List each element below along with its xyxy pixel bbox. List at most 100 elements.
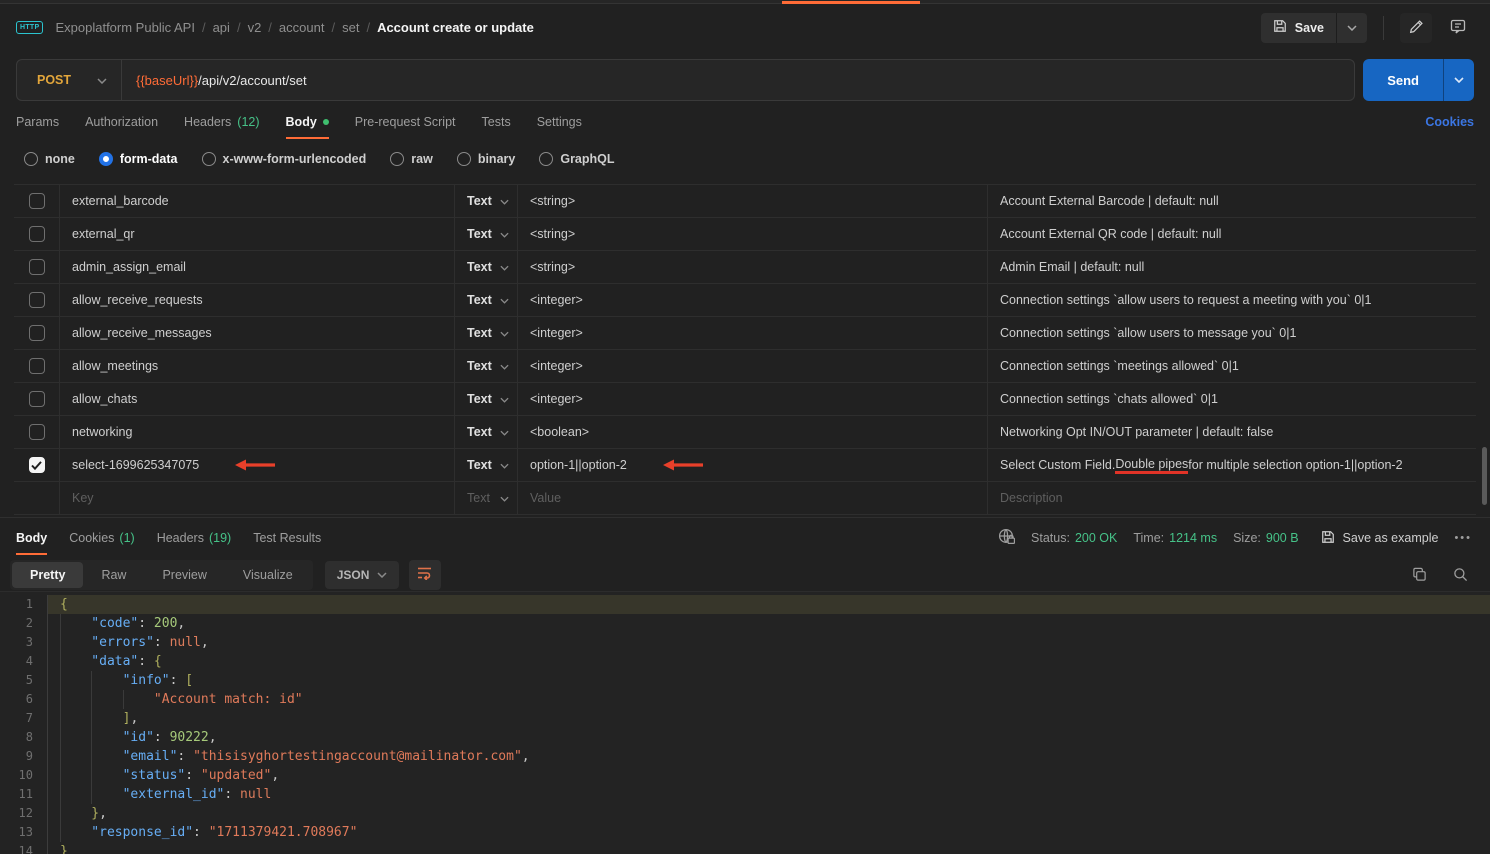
type-label: Text <box>467 293 492 307</box>
key-field[interactable]: Key <box>60 482 455 514</box>
chevron-down-icon <box>500 392 509 406</box>
value-field[interactable]: <string> <box>518 218 988 250</box>
description-field[interactable]: Account External Barcode | default: null <box>988 185 1476 217</box>
value-field[interactable]: <boolean> <box>518 416 988 448</box>
token: [ <box>185 673 193 688</box>
breadcrumb-item[interactable]: set <box>342 20 359 35</box>
description-field[interactable]: Description <box>988 482 1476 514</box>
body-mode-x-www-form-urlencoded[interactable]: x-www-form-urlencoded <box>202 152 367 166</box>
checkbox-unchecked[interactable] <box>29 424 45 440</box>
type-select[interactable]: Text <box>455 251 518 283</box>
copy-button[interactable] <box>1412 567 1427 582</box>
save-options-chevron[interactable] <box>1336 13 1367 43</box>
body-mode-binary[interactable]: binary <box>457 152 516 166</box>
description-field[interactable]: Admin Email | default: null <box>988 251 1476 283</box>
type-select[interactable]: Text <box>455 317 518 349</box>
view-raw[interactable]: Raw <box>83 562 144 588</box>
language-select[interactable]: JSON <box>325 561 400 589</box>
type-select[interactable]: Text <box>455 449 518 481</box>
more-actions-button[interactable]: ••• <box>1454 532 1472 544</box>
type-select[interactable]: Text <box>455 416 518 448</box>
save-as-example-button[interactable]: Save as example <box>1321 530 1439 547</box>
key-field[interactable]: allow_meetings <box>60 350 455 382</box>
tab-headers[interactable]: Headers(12) <box>184 111 259 133</box>
breadcrumb-item[interactable]: v2 <box>248 20 262 35</box>
description-field[interactable]: Networking Opt IN/OUT parameter | defaul… <box>988 416 1476 448</box>
key-field[interactable]: allow_receive_messages <box>60 317 455 349</box>
cookies-link[interactable]: Cookies <box>1425 115 1474 129</box>
key-field[interactable]: networking <box>60 416 455 448</box>
value-field[interactable]: <string> <box>518 185 988 217</box>
key-field[interactable]: admin_assign_email <box>60 251 455 283</box>
description-field[interactable]: Connection settings `meetings allowed` 0… <box>988 350 1476 382</box>
response-tab-cookies[interactable]: Cookies(1) <box>69 527 134 549</box>
checkbox-unchecked[interactable] <box>29 226 45 242</box>
line-content: "data": { <box>48 652 1490 671</box>
view-preview[interactable]: Preview <box>144 562 224 588</box>
type-select[interactable]: Text <box>455 482 518 514</box>
tab-pre-request-script[interactable]: Pre-request Script <box>355 111 456 133</box>
response-tab-headers[interactable]: Headers(19) <box>157 527 231 549</box>
checkbox-unchecked[interactable] <box>29 358 45 374</box>
method-select[interactable]: POST <box>17 73 121 87</box>
response-tab-test-results[interactable]: Test Results <box>253 527 321 549</box>
response-tab-body[interactable]: Body <box>16 527 47 549</box>
save-button[interactable]: Save <box>1261 13 1336 43</box>
status-value: 200 OK <box>1075 531 1117 545</box>
value-field[interactable]: <string> <box>518 251 988 283</box>
search-button[interactable] <box>1453 567 1468 582</box>
type-select[interactable]: Text <box>455 185 518 217</box>
value-field[interactable]: Value <box>518 482 988 514</box>
checkbox-unchecked[interactable] <box>29 325 45 341</box>
type-select[interactable]: Text <box>455 383 518 415</box>
breadcrumb-item[interactable]: account <box>279 20 325 35</box>
type-select[interactable]: Text <box>455 284 518 316</box>
value-field[interactable]: <integer> <box>518 383 988 415</box>
view-pretty[interactable]: Pretty <box>12 562 83 588</box>
breadcrumb-item[interactable]: api <box>213 20 230 35</box>
tab-params[interactable]: Params <box>16 111 59 133</box>
value-field[interactable]: <integer> <box>518 350 988 382</box>
key-field[interactable]: external_qr <box>60 218 455 250</box>
description-field[interactable]: Connection settings `allow users to mess… <box>988 317 1476 349</box>
key-field[interactable]: allow_receive_requests <box>60 284 455 316</box>
body-mode-graphql[interactable]: GraphQL <box>539 152 614 166</box>
checkbox-unchecked[interactable] <box>29 391 45 407</box>
key-field[interactable]: external_barcode <box>60 185 455 217</box>
type-select[interactable]: Text <box>455 350 518 382</box>
save-icon <box>1273 19 1287 36</box>
value-field[interactable]: <integer> <box>518 284 988 316</box>
description-field[interactable]: Connection settings `chats allowed` 0|1 <box>988 383 1476 415</box>
send-button[interactable]: Send <box>1363 59 1443 101</box>
checkbox-unchecked[interactable] <box>29 292 45 308</box>
key-field[interactable]: allow_chats <box>60 383 455 415</box>
checkbox-unchecked[interactable] <box>29 193 45 209</box>
body-mode-form-data[interactable]: form-data <box>99 152 178 166</box>
scrollbar-thumb[interactable] <box>1482 447 1487 505</box>
breadcrumb-item[interactable]: Expoplatform Public API <box>55 20 194 35</box>
tab-tests[interactable]: Tests <box>482 111 511 133</box>
value-field[interactable]: <integer> <box>518 317 988 349</box>
url-input[interactable]: {{baseUrl}}/api/v2/account/set <box>122 73 321 88</box>
network-icon[interactable] <box>998 528 1015 548</box>
checkbox-checked[interactable] <box>29 457 45 473</box>
edit-button[interactable] <box>1400 13 1432 43</box>
view-visualize[interactable]: Visualize <box>225 562 311 588</box>
wrap-text-button[interactable] <box>409 560 441 590</box>
annotation-arrow-icon <box>661 459 705 471</box>
body-mode-raw[interactable]: raw <box>390 152 433 166</box>
value-field[interactable]: option-1||option-2 <box>518 449 988 481</box>
tab-body[interactable]: Body <box>286 111 329 133</box>
comment-button[interactable] <box>1442 13 1474 43</box>
description-field[interactable]: Select Custom Field. Double pipes for mu… <box>988 449 1476 481</box>
tab-settings[interactable]: Settings <box>537 111 582 133</box>
checkbox-unchecked[interactable] <box>29 259 45 275</box>
tab-authorization[interactable]: Authorization <box>85 111 158 133</box>
key-field[interactable]: select-1699625347075 <box>60 449 455 481</box>
send-options-chevron[interactable] <box>1443 59 1474 101</box>
type-select[interactable]: Text <box>455 218 518 250</box>
body-mode-none[interactable]: none <box>24 152 75 166</box>
view-switcher: PrettyRawPreviewVisualize <box>10 560 313 590</box>
description-field[interactable]: Connection settings `allow users to requ… <box>988 284 1476 316</box>
description-field[interactable]: Account External QR code | default: null <box>988 218 1476 250</box>
